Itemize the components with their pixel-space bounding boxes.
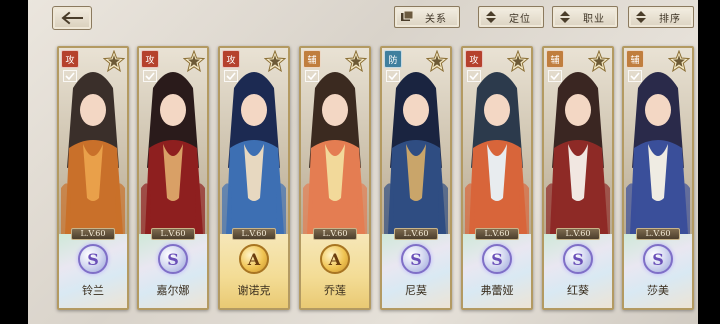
sort-arrows-icon xyxy=(557,10,573,24)
character-name: 红葵 xyxy=(567,284,589,297)
character-name: 尼莫 xyxy=(405,284,427,297)
rank-badge: S xyxy=(158,244,188,274)
check-icon xyxy=(548,70,562,82)
rank-badge: S xyxy=(482,244,512,274)
character-card[interactable]: 辅 L.V.60 A 乔莲 xyxy=(299,46,371,310)
check-icon xyxy=(386,70,400,82)
back-arrow-icon xyxy=(61,11,83,25)
level-label: L.V.60 xyxy=(394,228,438,240)
relation-button[interactable]: 关系 xyxy=(394,6,460,28)
character-card[interactable]: 攻 L.V.60 S 弗蕾娅 xyxy=(461,46,533,310)
star-icon xyxy=(507,50,529,72)
character-card[interactable]: 攻 L.V.60 S 嘉尔娜 xyxy=(137,46,209,310)
right-black-border xyxy=(698,0,720,324)
class-label: 职业 xyxy=(583,13,605,25)
character-name: 嘉尔娜 xyxy=(156,284,190,297)
role-badge: 辅 xyxy=(546,50,564,68)
character-name: 铃兰 xyxy=(82,284,104,297)
character-card[interactable]: 辅 L.V.60 S 红葵 xyxy=(542,46,614,310)
class-button[interactable]: 职业 xyxy=(552,6,618,28)
star-icon xyxy=(264,50,286,72)
level-label: L.V.60 xyxy=(475,228,519,240)
role-badge: 防 xyxy=(384,50,402,68)
level-label: L.V.60 xyxy=(636,228,680,240)
rank-badge: S xyxy=(643,244,673,274)
role-badge: 辅 xyxy=(626,50,644,68)
level-label: L.V.60 xyxy=(313,228,357,240)
check-icon xyxy=(63,70,77,82)
star-icon xyxy=(103,50,125,72)
character-name: 弗蕾娅 xyxy=(480,284,514,297)
position-label: 定位 xyxy=(509,13,531,25)
rank-badge: A xyxy=(320,244,350,274)
rank-badge: S xyxy=(563,244,593,274)
check-icon xyxy=(224,70,238,82)
role-badge: 攻 xyxy=(465,50,483,68)
star-icon xyxy=(345,50,367,72)
position-button[interactable]: 定位 xyxy=(478,6,544,28)
character-name: 谢诺克 xyxy=(237,284,271,297)
left-black-border xyxy=(0,0,28,324)
role-badge: 攻 xyxy=(222,50,240,68)
sort-arrows-icon xyxy=(633,10,649,24)
relation-icon xyxy=(399,10,415,24)
sort-button[interactable]: 排序 xyxy=(628,6,694,28)
check-icon xyxy=(143,70,157,82)
sort-label: 排序 xyxy=(659,13,681,25)
role-badge: 辅 xyxy=(303,50,321,68)
character-card[interactable]: 辅 L.V.60 S 莎美 xyxy=(622,46,694,310)
star-icon xyxy=(668,50,690,72)
star-icon xyxy=(183,50,205,72)
star-icon xyxy=(588,50,610,72)
level-label: L.V.60 xyxy=(71,228,115,240)
sort-arrows-icon xyxy=(483,10,499,24)
level-label: L.V.60 xyxy=(556,228,600,240)
character-card[interactable]: 攻 L.V.60 S 铃兰 xyxy=(57,46,129,310)
character-name: 莎美 xyxy=(647,284,669,297)
level-label: L.V.60 xyxy=(232,228,276,240)
role-badge: 攻 xyxy=(61,50,79,68)
role-badge: 攻 xyxy=(141,50,159,68)
check-icon xyxy=(305,70,319,82)
check-icon xyxy=(628,70,642,82)
character-card[interactable]: 攻 L.V.60 A 谢诺克 xyxy=(218,46,290,310)
star-icon xyxy=(426,50,448,72)
rank-badge: S xyxy=(401,244,431,274)
character-name: 乔莲 xyxy=(324,284,346,297)
check-icon xyxy=(467,70,481,82)
back-button[interactable] xyxy=(52,6,92,30)
rank-badge: S xyxy=(78,244,108,274)
level-label: L.V.60 xyxy=(151,228,195,240)
character-card[interactable]: 防 L.V.60 S 尼莫 xyxy=(380,46,452,310)
rank-badge: A xyxy=(239,244,269,274)
relation-label: 关系 xyxy=(425,13,447,25)
